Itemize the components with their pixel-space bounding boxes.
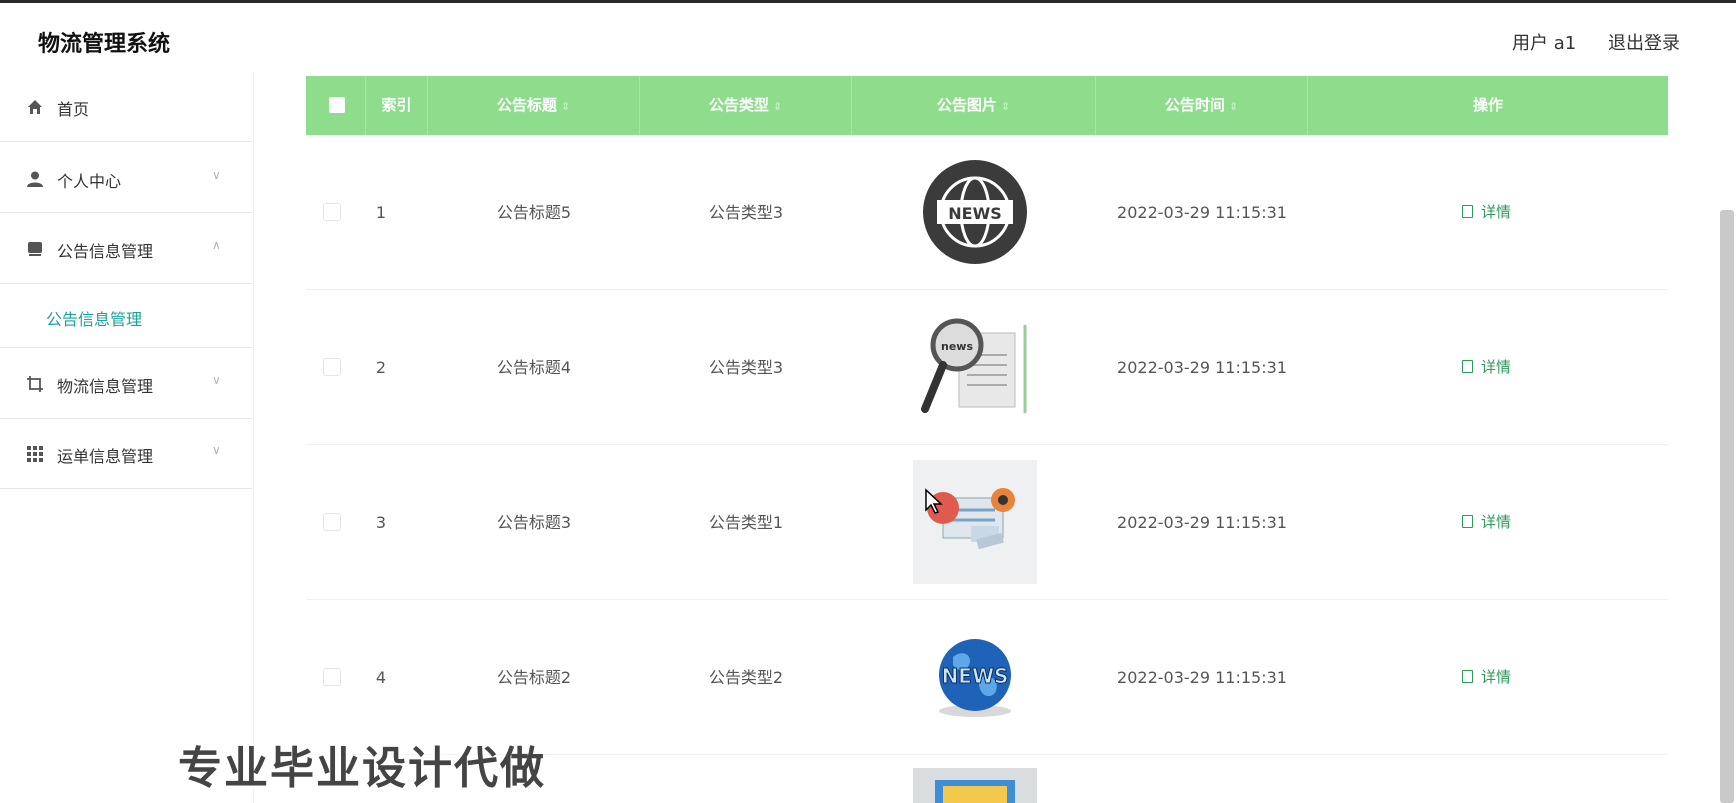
sidebar-item-label: 运单信息管理 [57,447,154,466]
row-checkbox[interactable] [323,513,341,531]
row-index: 1 [375,203,387,222]
row-checkbox[interactable] [323,668,341,686]
header-select-all[interactable] [306,76,366,135]
news-thumbnail-partial [913,768,1037,803]
document-icon [1462,360,1473,373]
sidebar-item-label: 公告信息管理 [57,242,154,261]
row-checkbox[interactable] [323,358,341,376]
document-icon [1462,515,1473,528]
header-time[interactable]: 公告时间 ⇕ [1096,76,1308,135]
sidebar-item-waybills[interactable]: 运单信息管理 ∨ [0,419,252,489]
select-all-checkbox[interactable] [329,97,345,113]
news-pin-icon [913,460,1037,584]
sidebar-item-label: 物流信息管理 [57,377,154,396]
row-type: 公告类型3 [708,203,784,222]
svg-text:NEWS: NEWS [948,204,1002,223]
news-globe-dark-icon: NEWS [923,160,1027,264]
sort-icon[interactable]: ⇕ [773,100,782,113]
grid-icon [27,446,43,462]
detail-button[interactable]: 详情 [1462,135,1511,290]
header-label: 公告类型 [708,96,769,114]
sidebar-item-notices[interactable]: 公告信息管理 ∧ [0,214,252,284]
detail-label: 详情 [1481,668,1512,686]
chevron-down-icon: ∨ [212,168,221,182]
row-time: 2022-03-29 11:15:31 [1117,513,1287,532]
header-label: 公告标题 [496,96,557,114]
detail-label: 详情 [1481,358,1512,376]
header-index: 索引 [366,76,428,135]
table-row: 1 公告标题5 公告类型3 NEWS 2022-03-29 11:15:31 详… [306,135,1668,290]
chevron-up-icon: ∧ [212,238,221,252]
vertical-scrollbar[interactable] [1720,210,1734,803]
row-type: 公告类型1 [708,513,784,532]
row-time: 2022-03-29 11:15:31 [1117,203,1287,222]
chevron-down-icon: ∨ [212,443,221,457]
top-bar: 物流管理系统 用户 a1 退出登录 [0,0,1736,70]
window-edge [0,0,1736,3]
current-user: 用户 a1 [1512,33,1577,54]
header-label: 公告时间 [1164,96,1225,114]
sidebar-item-logistics[interactable]: 物流信息管理 ∨ [0,349,252,419]
header-label: 索引 [381,96,412,114]
logout-button[interactable]: 退出登录 [1608,29,1680,55]
document-icon [1462,670,1473,683]
sidebar-item-home[interactable]: 首页 [0,72,252,142]
detail-button[interactable]: 详情 [1462,445,1511,600]
row-checkbox[interactable] [323,203,341,221]
crop-icon [27,376,43,392]
document-icon [1462,205,1473,218]
row-type: 公告类型2 [708,668,784,687]
row-index: 3 [375,513,387,532]
row-title: 公告标题4 [496,358,572,377]
row-type: 公告类型3 [708,358,784,377]
sidebar-item-label: 首页 [57,100,90,119]
detail-button[interactable]: 详情 [1462,290,1511,445]
svg-text:NEWS: NEWS [942,664,1009,688]
detail-label: 详情 [1481,513,1512,531]
home-icon [28,100,42,114]
watermark-text: 专业毕业设计代做 [178,743,546,794]
row-title: 公告标题5 [496,203,572,222]
header-type[interactable]: 公告类型 ⇕ [640,76,852,135]
row-title: 公告标题3 [496,513,572,532]
table-header: 索引 公告标题 ⇕ 公告类型 ⇕ 公告图片 ⇕ 公告时间 ⇕ 操作 [306,76,1668,135]
news-magnifier-icon: news [921,318,1027,413]
notice-icon [28,242,42,256]
header-image[interactable]: 公告图片 ⇕ [852,76,1096,135]
table-row: 3 公告标题3 公告类型1 2022-03-29 11:15:31 详情 [306,445,1668,600]
chevron-down-icon: ∨ [212,373,221,387]
news-globe-blue-icon: NEWS [939,639,1011,717]
row-time: 2022-03-29 11:15:31 [1117,358,1287,377]
row-time: 2022-03-29 11:15:31 [1117,668,1287,687]
detail-label: 详情 [1481,203,1512,221]
header-title[interactable]: 公告标题 ⇕ [428,76,640,135]
sort-icon[interactable]: ⇕ [1001,100,1010,113]
sidebar: 首页 个人中心 ∨ 公告信息管理 ∧ 公告信息管理 物流信息管理 ∨ 运单信息管… [0,72,254,803]
app-title: 物流管理系统 [38,32,171,57]
sort-icon[interactable]: ⇕ [561,100,570,113]
user-icon [27,171,43,187]
table-row: 2 公告标题4 公告类型3 news 2022-03-29 11:15:31 详… [306,290,1668,445]
sidebar-item-label: 个人中心 [57,172,122,191]
sort-icon[interactable]: ⇕ [1229,100,1238,113]
header-action: 操作 [1308,76,1668,135]
row-index: 2 [375,358,387,377]
detail-button[interactable]: 详情 [1462,600,1511,755]
sidebar-item-profile[interactable]: 个人中心 ∨ [0,144,252,213]
svg-text:news: news [941,340,973,353]
header-label: 操作 [1472,96,1503,114]
submenu-item-label: 公告信息管理 [46,310,143,329]
notice-table: 索引 公告标题 ⇕ 公告类型 ⇕ 公告图片 ⇕ 公告时间 ⇕ 操作 1 公告标题5 公告… [306,76,1668,803]
submenu-item-notices[interactable]: 公告信息管理 [0,284,252,348]
header-label: 公告图片 [936,96,997,114]
mouse-cursor-icon [925,488,943,514]
